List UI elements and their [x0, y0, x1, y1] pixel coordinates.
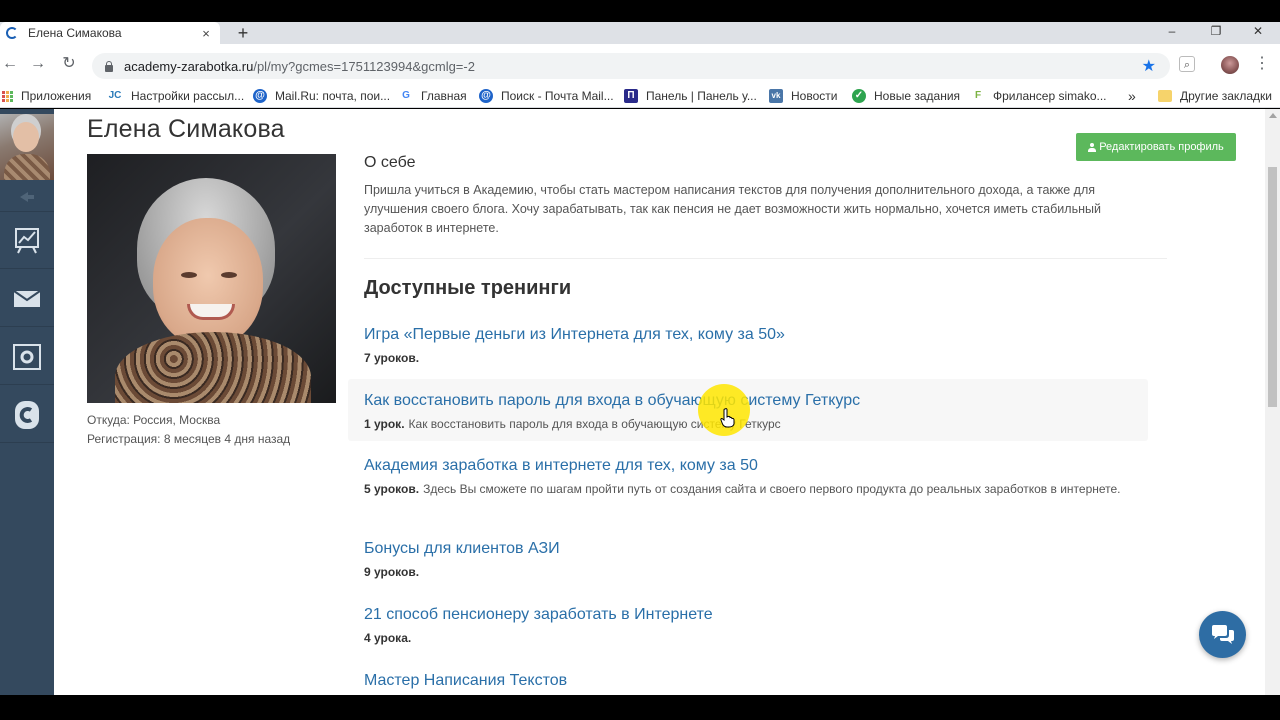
- jc-icon: JC: [107, 89, 123, 103]
- new-tab-button[interactable]: +: [233, 22, 253, 44]
- bookmark-label: Приложения: [21, 89, 92, 103]
- reload-icon[interactable]: ↻: [59, 54, 79, 74]
- mailru-icon: @: [479, 89, 493, 103]
- bookmark-item[interactable]: @ Поиск - Почта Mail...: [479, 88, 614, 104]
- browser-toolbar: ← → ↻ academy-zarabotka.ru/pl/my?gcmes=1…: [0, 44, 1280, 84]
- training-item: Как восстановить пароль для входа в обуч…: [364, 392, 1144, 434]
- lesson-count: 7 уроков.: [364, 351, 420, 365]
- bookmark-label: Настройки рассыл...: [131, 89, 245, 103]
- extension-search-icon[interactable]: ⌕: [1179, 56, 1195, 72]
- rail-avatar[interactable]: [0, 114, 54, 180]
- bookmark-item[interactable]: G Главная: [399, 88, 467, 104]
- page-scrollbar[interactable]: [1265, 109, 1280, 695]
- scroll-up-icon[interactable]: [1269, 113, 1277, 118]
- bookmark-label: Mail.Ru: почта, пои...: [275, 89, 391, 103]
- bookmark-apps[interactable]: Приложения: [2, 88, 91, 104]
- edit-profile-button[interactable]: Редактировать профиль: [1076, 133, 1236, 161]
- tab-close-icon[interactable]: ×: [198, 26, 214, 41]
- side-rail: [0, 109, 54, 695]
- training-link[interactable]: Как восстановить пароль для входа в обуч…: [364, 392, 1144, 410]
- panel-icon: П: [624, 89, 638, 103]
- lock-icon: [104, 60, 114, 72]
- training-link[interactable]: Игра «Первые деньги из Интернета для тех…: [364, 326, 1144, 344]
- bookmarks-overflow-icon[interactable]: »: [1128, 88, 1136, 104]
- google-icon: G: [399, 89, 413, 103]
- profile-name: Елена Симакова: [87, 115, 285, 143]
- close-window-button[interactable]: ✕: [1238, 22, 1278, 44]
- other-bookmarks[interactable]: Другие закладки: [1158, 88, 1272, 104]
- training-link[interactable]: Бонусы для клиентов АЗИ: [364, 540, 1144, 558]
- bookmark-label: Новости: [791, 89, 838, 103]
- profile-location: Откуда: Россия, Москва: [87, 413, 221, 427]
- training-link[interactable]: Мастер Написания Текстов: [364, 672, 1144, 690]
- page-content: Елена Симакова Откуда: Россия, Москва Ре…: [0, 109, 1280, 695]
- chat-bubbles-icon: [1211, 624, 1234, 644]
- lesson-count: 5 уроков.: [364, 482, 420, 496]
- about-title: О себе: [364, 154, 416, 171]
- collapse-arrow-icon[interactable]: [0, 182, 54, 212]
- bookmark-label: Новые задания: [874, 89, 961, 103]
- training-description: Здесь Вы сможете по шагам пройти путь от…: [423, 482, 1121, 496]
- training-item: Игра «Первые деньги из Интернета для тех…: [364, 326, 1144, 368]
- getcourse-logo-icon[interactable]: [0, 387, 54, 443]
- training-link[interactable]: 21 способ пенсионеру заработать в Интерн…: [364, 606, 1144, 624]
- lesson-count: 9 уроков.: [364, 565, 420, 579]
- url-host: academy-zarabotka.ru: [124, 58, 254, 74]
- training-item: 21 способ пенсионеру заработать в Интерн…: [364, 606, 1144, 648]
- back-arrow-icon[interactable]: ←: [0, 54, 20, 74]
- training-link[interactable]: Академия заработка в интернете для тех, …: [364, 457, 1144, 475]
- settings-panel-icon[interactable]: [0, 329, 54, 385]
- about-text: Пришла учиться в Академию, чтобы стать м…: [364, 183, 1101, 235]
- bookmark-label: Фрилансер simako...: [993, 89, 1107, 103]
- freelancer-icon: F: [971, 89, 985, 103]
- user-icon: [1088, 142, 1097, 152]
- bookmark-star-icon[interactable]: ★: [1142, 56, 1156, 76]
- bookmark-item[interactable]: vk Новости: [769, 88, 837, 104]
- forward-arrow-icon[interactable]: →: [28, 54, 48, 74]
- lesson-count: 1 урок.: [364, 417, 405, 431]
- chart-icon[interactable]: [0, 213, 54, 269]
- profile-photo: [87, 154, 336, 403]
- bookmark-item[interactable]: П Панель | Панель у...: [624, 88, 757, 104]
- bookmark-item[interactable]: ✓ Новые задания: [852, 88, 960, 104]
- divider: [364, 258, 1167, 259]
- training-item: Академия заработка в интернете для тех, …: [364, 457, 1144, 499]
- profile-registration: Регистрация: 8 месяцев 4 дня назад: [87, 432, 291, 446]
- scrollbar-thumb[interactable]: [1268, 167, 1277, 407]
- bookmark-label: Главная: [421, 89, 467, 103]
- tab-title: Елена Симакова: [28, 26, 122, 40]
- trainings-title: Доступные тренинги: [364, 277, 572, 299]
- browser-tab[interactable]: Елена Симакова ×: [0, 22, 220, 44]
- mail-icon[interactable]: [0, 271, 54, 327]
- bookmark-label: Поиск - Почта Mail...: [501, 89, 614, 103]
- apps-icon: [2, 90, 13, 102]
- profile-avatar-icon[interactable]: [1221, 56, 1239, 74]
- address-bar[interactable]: academy-zarabotka.ru/pl/my?gcmes=1751123…: [92, 53, 1170, 79]
- training-item: Бонусы для клиентов АЗИ 9 уроков.: [364, 540, 1144, 582]
- lesson-count: 4 урока.: [364, 631, 412, 645]
- site-favicon-icon: [6, 27, 18, 39]
- menu-kebab-icon[interactable]: ⋮: [1254, 54, 1270, 74]
- chat-button[interactable]: [1199, 611, 1246, 658]
- folder-icon: [1158, 90, 1172, 102]
- edit-profile-label: Редактировать профиль: [1099, 141, 1224, 153]
- bookmark-item[interactable]: F Фрилансер simako...: [971, 88, 1107, 104]
- vk-icon: vk: [769, 89, 783, 103]
- url-path: /pl/my?gcmes=1751123994&gcmlg=-2: [253, 58, 475, 74]
- maximize-button[interactable]: ❐: [1196, 22, 1236, 44]
- bookmark-item[interactable]: @ Mail.Ru: почта, пои...: [253, 88, 390, 104]
- mailru-icon: @: [253, 89, 267, 103]
- bookmark-label: Другие закладки: [1180, 89, 1272, 103]
- hand-cursor-icon: [720, 408, 736, 433]
- bookmark-label: Панель | Панель у...: [646, 89, 757, 103]
- check-icon: ✓: [852, 89, 866, 103]
- tab-strip: Елена Симакова × + – ❐ ✕: [0, 22, 1280, 44]
- minimize-button[interactable]: –: [1152, 22, 1192, 44]
- bookmark-item[interactable]: JC Настройки рассыл...: [107, 88, 244, 104]
- bookmarks-bar: Приложения JC Настройки рассыл... @ Mail…: [0, 84, 1280, 108]
- training-item: Мастер Написания Текстов: [364, 672, 1144, 690]
